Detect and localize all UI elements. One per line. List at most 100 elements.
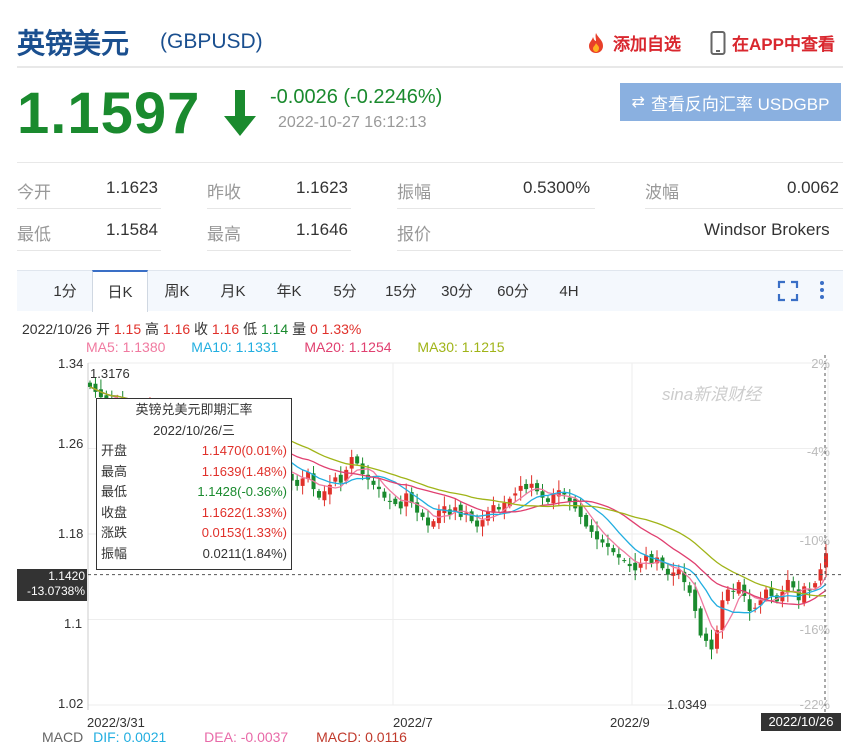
add-watchlist-button[interactable]: 添加自选 bbox=[585, 30, 681, 55]
candle-body bbox=[300, 478, 305, 486]
candle-body bbox=[665, 568, 670, 575]
sina-watermark: sina新浪财经 bbox=[662, 385, 762, 404]
candle-body bbox=[376, 486, 381, 490]
candle-body bbox=[322, 491, 327, 501]
candle-body bbox=[420, 512, 425, 517]
ma10-legend: MA10: 1.1331 bbox=[191, 339, 279, 355]
high-value: 1.1646 bbox=[296, 220, 348, 239]
y-tick-label: 1.34 bbox=[58, 356, 84, 371]
tooltip-date: 2022/10/26/三 bbox=[153, 423, 235, 438]
volatility-label: 波幅 bbox=[645, 183, 679, 202]
tab-30min[interactable]: 30分 bbox=[435, 271, 479, 311]
tooltip-row: 最高 1.1639(1.48%) bbox=[97, 462, 291, 483]
high-label: 最高 bbox=[207, 225, 241, 244]
ohlc-tooltip: 英镑兑美元即期汇率 2022/10/26/三 开盘 1.1470(0.01%) 最… bbox=[96, 398, 292, 570]
prev-close-label: 昨收 bbox=[207, 183, 241, 202]
candle-body bbox=[545, 498, 550, 502]
tab-60min[interactable]: 60分 bbox=[491, 271, 535, 311]
tooltip-label: 最低 bbox=[101, 484, 128, 499]
reverse-rate-button[interactable]: ⇄ 查看反向汇率 USDGBP bbox=[620, 83, 841, 121]
ma30-legend: MA30: 1.1215 bbox=[417, 339, 505, 355]
tab-15min[interactable]: 15分 bbox=[379, 271, 423, 311]
candle-body bbox=[480, 520, 485, 527]
candle-body bbox=[725, 589, 730, 601]
tab-yearly[interactable]: 年K bbox=[267, 271, 311, 311]
candle-body bbox=[371, 480, 376, 485]
tooltip-row: 开盘 1.1470(0.01%) bbox=[97, 441, 291, 462]
fullscreen-icon[interactable] bbox=[777, 280, 799, 307]
stats-divider bbox=[645, 208, 843, 209]
macd-legend: MACD DIF: 0.0021 DEA: -0.0037 MACD: 0.01… bbox=[42, 729, 407, 745]
candle-body bbox=[616, 554, 621, 558]
candle-body bbox=[589, 525, 594, 532]
candle-body bbox=[573, 498, 578, 509]
stats-divider bbox=[207, 208, 351, 209]
stats-divider bbox=[17, 250, 161, 251]
tooltip-label: 最高 bbox=[101, 463, 128, 479]
candle-body bbox=[333, 477, 338, 482]
page-title: 英镑美元 bbox=[17, 28, 130, 59]
phone-icon bbox=[710, 30, 726, 55]
candle-body bbox=[513, 493, 518, 496]
x-tick-label: 2022/3/31 bbox=[87, 715, 145, 730]
candle-body bbox=[387, 500, 392, 502]
price-change: -0.0026 (-0.2246%) bbox=[270, 86, 443, 108]
candle-body bbox=[535, 483, 540, 492]
candle-body bbox=[704, 633, 709, 641]
low-value: 1.1584 bbox=[106, 220, 158, 239]
amplitude-label: 振幅 bbox=[397, 183, 431, 202]
candle-body bbox=[475, 520, 480, 527]
tooltip-label: 开盘 bbox=[101, 443, 128, 458]
bar-info: 2022/10/26 开 1.15 高 1.16 收 1.16 低 1.14 量… bbox=[22, 319, 361, 339]
candle-body bbox=[393, 498, 398, 505]
tab-daily[interactable]: 日K bbox=[92, 270, 148, 312]
candle-body bbox=[426, 517, 431, 526]
tooltip-row: 涨跌 0.0153(1.33%) bbox=[97, 523, 291, 544]
candle-body bbox=[485, 511, 490, 521]
current-price: 1.1597 bbox=[17, 81, 201, 146]
bar-high-label: 高 bbox=[145, 321, 159, 337]
candle-body bbox=[469, 511, 474, 522]
candle-body bbox=[764, 589, 769, 599]
tab-5min[interactable]: 5分 bbox=[323, 271, 367, 311]
candle-body bbox=[524, 483, 529, 490]
candle-body bbox=[98, 389, 103, 398]
currency-code: (GBPUSD) bbox=[160, 30, 263, 53]
amplitude-value: 0.5300% bbox=[523, 178, 591, 197]
candle-body bbox=[785, 579, 790, 593]
candle-body bbox=[698, 608, 703, 636]
candle-body bbox=[813, 583, 818, 588]
candle-body bbox=[316, 491, 321, 498]
candle-body bbox=[791, 581, 796, 588]
candle-body bbox=[529, 483, 534, 488]
header-divider bbox=[17, 66, 843, 68]
tooltip-value: 1.1622(1.33%) bbox=[201, 504, 287, 520]
candle-body bbox=[633, 562, 638, 571]
candle-body bbox=[349, 457, 354, 469]
candle-body bbox=[431, 521, 436, 527]
tab-weekly[interactable]: 周K bbox=[155, 271, 199, 311]
tab-monthly[interactable]: 月K bbox=[211, 271, 255, 311]
tab-1min[interactable]: 1分 bbox=[43, 271, 87, 311]
more-options-icon[interactable] bbox=[816, 279, 828, 308]
candle-body bbox=[404, 493, 409, 507]
tooltip-value: 1.1428(-0.36%) bbox=[197, 484, 287, 499]
y-tick-label: 1.1 bbox=[64, 616, 83, 631]
tab-4h[interactable]: 4H bbox=[547, 271, 591, 311]
bar-high: 1.16 bbox=[162, 321, 191, 337]
candle-body bbox=[611, 548, 616, 553]
macd-dea: DEA: -0.0037 bbox=[204, 729, 289, 745]
quote-timestamp: 2022-10-27 16:12:13 bbox=[278, 114, 427, 131]
quote-source-label: 报价 bbox=[397, 225, 431, 244]
tooltip-value: 0.0211(1.84%) bbox=[202, 545, 287, 561]
candle-body bbox=[709, 639, 714, 650]
candle-body bbox=[496, 507, 501, 510]
candle-body bbox=[731, 590, 736, 592]
tooltip-row: 最低 1.1428(-0.36%) bbox=[97, 482, 291, 503]
stats-divider bbox=[207, 250, 351, 251]
tooltip-label: 涨跌 bbox=[101, 525, 128, 540]
candle-body bbox=[736, 582, 741, 594]
y-pct-label: -10% bbox=[799, 533, 830, 548]
candle-body bbox=[398, 501, 403, 509]
view-in-app-button[interactable]: 在APP中查看 bbox=[710, 30, 835, 55]
